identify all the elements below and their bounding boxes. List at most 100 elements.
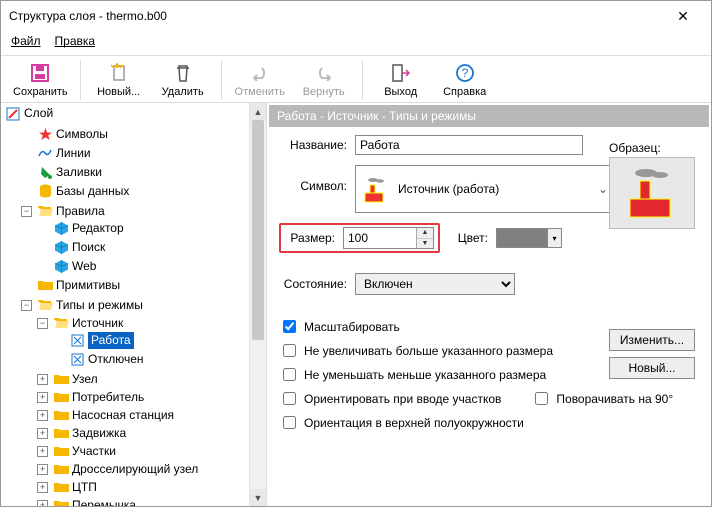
symbol-label: Символ: <box>279 165 355 193</box>
toggle-jumper[interactable]: + <box>37 500 48 507</box>
sample-label: Образец: <box>609 141 697 155</box>
folder-icon <box>53 371 69 387</box>
folder-icon <box>53 461 69 477</box>
new-icon <box>109 62 129 84</box>
toggle-ctp[interactable]: + <box>37 482 48 493</box>
toggle-throttle[interactable]: + <box>37 464 48 475</box>
fill-icon <box>37 164 53 180</box>
tree-types[interactable]: Типы и режимы <box>56 297 143 314</box>
tree-lines[interactable]: Линии <box>56 145 91 162</box>
trash-icon <box>174 62 192 84</box>
size-input[interactable] <box>344 228 416 248</box>
symbol-value: Источник (работа) <box>398 182 499 196</box>
panel-header: Работа - Источник - Типы и режимы <box>269 105 709 127</box>
tree-fills[interactable]: Заливки <box>56 164 102 181</box>
mode-icon <box>69 351 85 367</box>
sample-box: Образец: Изменить... Новый... <box>609 141 697 379</box>
color-swatch <box>497 229 547 247</box>
cube-icon <box>53 258 69 274</box>
tree-editor[interactable]: Редактор <box>72 220 124 237</box>
window: Структура слоя - thermo.b00 ✕ Файл Правк… <box>0 0 712 507</box>
symbol-combo[interactable]: Источник (работа) ⌄ <box>355 165 615 213</box>
tree-pane: Слой Символы Линии Заливки Базы данных −… <box>1 103 267 506</box>
folder-open-icon <box>37 297 53 313</box>
help-icon: ? <box>455 62 475 84</box>
tree-databases[interactable]: Базы данных <box>56 183 129 200</box>
size-spinner[interactable]: ▲▼ <box>343 227 434 249</box>
exit-button[interactable]: Выход <box>371 60 431 100</box>
folder-icon <box>53 497 69 506</box>
tree-throttle[interactable]: Дросселирующий узел <box>72 461 198 478</box>
new-sample-button[interactable]: Новый... <box>609 357 695 379</box>
undo-button: Отменить <box>230 60 290 100</box>
delete-button[interactable]: Удалить <box>153 60 213 100</box>
svg-text:?: ? <box>461 66 468 80</box>
menu-file[interactable]: Файл <box>11 34 41 49</box>
spin-buttons[interactable]: ▲▼ <box>416 228 433 248</box>
chk-orient[interactable]: Ориентировать при вводе участков <box>279 389 501 408</box>
scroll-thumb[interactable] <box>252 120 264 340</box>
menu-edit[interactable]: Правка <box>55 34 96 49</box>
toggle-types[interactable]: − <box>21 300 32 311</box>
size-label: Размер: <box>285 231 343 245</box>
toggle-consumer[interactable]: + <box>37 392 48 403</box>
source-symbol-icon <box>362 175 390 203</box>
name-input[interactable] <box>355 135 583 155</box>
folder-icon <box>53 389 69 405</box>
change-button[interactable]: Изменить... <box>609 329 695 351</box>
toggle-sections[interactable]: + <box>37 446 48 457</box>
tree-web[interactable]: Web <box>72 258 96 275</box>
toolbar: Сохранить Новый... Удалить Отменить <box>1 55 711 103</box>
tree-valve[interactable]: Задвижка <box>72 425 126 442</box>
line-icon <box>37 145 53 161</box>
right-panel: Работа - Источник - Типы и режимы Назван… <box>267 103 711 506</box>
chk-rot90[interactable]: Поворачивать на 90° <box>531 389 673 408</box>
tree-root[interactable]: Слой <box>24 105 53 122</box>
color-label: Цвет: <box>440 231 496 245</box>
state-select[interactable]: Включен <box>355 273 515 295</box>
tree-uzel[interactable]: Узел <box>72 371 98 388</box>
toggle-valve[interactable]: + <box>37 428 48 439</box>
size-highlight: Размер: ▲▼ <box>279 223 440 253</box>
help-button[interactable]: ? Справка <box>435 60 495 100</box>
folder-open-icon <box>37 203 53 219</box>
chevron-down-icon: ⌄ <box>598 182 608 196</box>
close-button[interactable]: ✕ <box>663 8 703 25</box>
cube-icon <box>53 220 69 236</box>
tree-off[interactable]: Отключен <box>88 351 144 368</box>
tree-ctp[interactable]: ЦТП <box>72 479 97 496</box>
new-button[interactable]: Новый... <box>89 60 149 100</box>
tree-primitives[interactable]: Примитивы <box>56 277 120 294</box>
name-label: Название: <box>279 138 355 152</box>
folder-icon <box>53 443 69 459</box>
toggle-source[interactable]: − <box>37 318 48 329</box>
tree-jumper[interactable]: Перемычка <box>72 497 136 507</box>
toggle-node[interactable]: + <box>37 374 48 385</box>
tree-source[interactable]: Источник <box>72 315 123 332</box>
tree-rules[interactable]: Правила <box>56 203 105 220</box>
tree-work[interactable]: Работа <box>88 332 134 349</box>
tree-pump[interactable]: Насосная станция <box>72 407 174 424</box>
folder-icon <box>37 277 53 293</box>
scroll-down-icon[interactable]: ▼ <box>250 489 266 506</box>
state-label: Состояние: <box>279 277 355 291</box>
toggle-pump[interactable]: + <box>37 410 48 421</box>
chk-upper[interactable]: Ориентация в верхней полуокружности <box>279 413 699 432</box>
tree-symbols[interactable]: Символы <box>56 126 108 143</box>
save-button[interactable]: Сохранить <box>9 60 72 100</box>
tree[interactable]: Слой Символы Линии Заливки Базы данных −… <box>1 103 249 506</box>
tree-sections[interactable]: Участки <box>72 443 116 460</box>
sample-swatch <box>609 157 695 229</box>
redo-icon <box>314 62 334 84</box>
tree-scrollbar[interactable]: ▲ ▼ <box>249 103 266 506</box>
toggle-rules[interactable]: − <box>21 206 32 217</box>
folder-icon <box>53 479 69 495</box>
cube-icon <box>53 239 69 255</box>
tree-consumer[interactable]: Потребитель <box>72 389 144 406</box>
menubar: Файл Правка <box>1 31 711 55</box>
color-picker[interactable]: ▾ <box>496 228 562 248</box>
save-icon <box>30 62 50 84</box>
scroll-up-icon[interactable]: ▲ <box>250 103 266 120</box>
star-icon <box>37 126 53 142</box>
tree-search[interactable]: Поиск <box>72 239 105 256</box>
